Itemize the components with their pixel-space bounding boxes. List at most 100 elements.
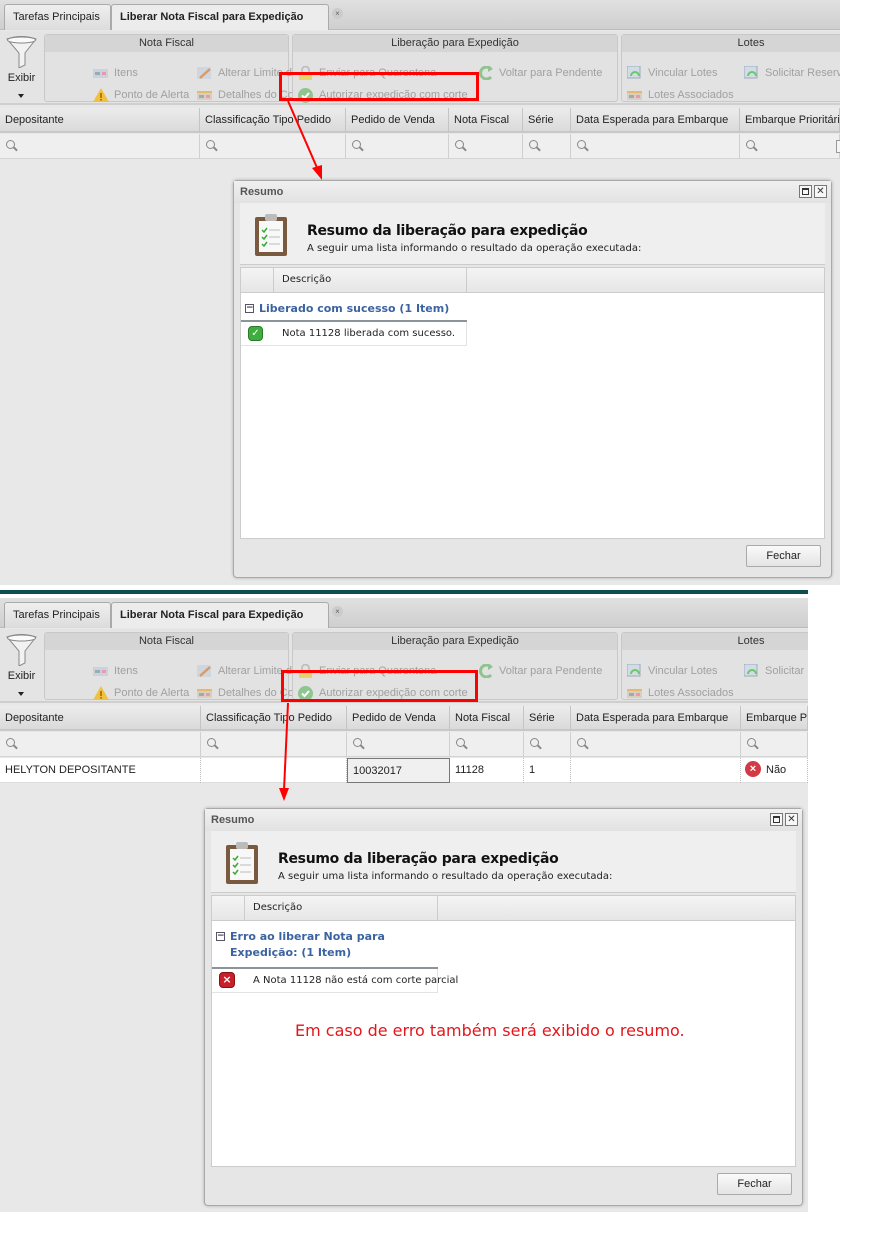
dialog-heading: Resumo da liberação para expedição <box>278 851 559 867</box>
column-header[interactable]: Depositante <box>0 108 200 133</box>
table-cell: 10032017 <box>347 758 450 783</box>
tab-close-icon[interactable]: × <box>332 606 343 617</box>
filter-cell[interactable] <box>741 732 808 757</box>
maximize-icon[interactable] <box>799 185 812 198</box>
group-title: Nota Fiscal <box>45 35 288 52</box>
column-header[interactable]: Classificação Tipo Pedido <box>200 108 346 133</box>
search-icon <box>352 140 361 149</box>
fechar-button[interactable]: Fechar <box>746 545 821 567</box>
filter-cell[interactable] <box>450 732 524 757</box>
button-label: Itens <box>114 67 138 79</box>
tab-liberar-nota-fiscal[interactable]: Liberar Nota Fiscal para Expedição × <box>111 602 343 628</box>
result-row[interactable]: ✓ Nota 11128 liberada com sucesso. <box>241 322 467 346</box>
filter-cell[interactable] <box>571 134 740 159</box>
edit-limit-icon <box>197 664 212 678</box>
search-icon <box>353 738 362 747</box>
button-label: Voltar para Pendente <box>499 67 603 79</box>
tab-tarefas-principais[interactable]: Tarefas Principais <box>4 602 111 628</box>
filter-cell[interactable] <box>524 732 571 757</box>
exibir-button[interactable]: Exibir <box>3 34 40 102</box>
undo-arrow-icon <box>478 65 493 81</box>
column-header[interactable]: Classificação Tipo Pedido <box>201 706 347 731</box>
dialog-title-bar[interactable]: Resumo <box>234 181 831 203</box>
filter-cell[interactable] <box>571 732 741 757</box>
column-header[interactable]: Nota Fiscal <box>449 108 523 133</box>
search-icon <box>206 140 215 149</box>
toolbar-group-lotes: Lotes Vincular Lotes Solicitar I Lotes Asso… <box>621 632 808 700</box>
column-header[interactable]: Embarque Pri <box>741 706 808 731</box>
highlight-box-autorizar <box>279 72 479 101</box>
dropdown-arrow-icon <box>18 692 24 696</box>
list-icon <box>93 664 108 678</box>
maximize-icon[interactable] <box>770 813 783 826</box>
filter-checkbox[interactable] <box>836 140 840 153</box>
search-icon <box>207 738 216 747</box>
table-row[interactable]: HELYTON DEPOSITANTE 10032017 11128 1 × Não <box>0 758 808 783</box>
filter-row <box>0 134 840 159</box>
exibir-button[interactable]: Exibir <box>3 632 40 700</box>
filter-row <box>0 732 808 757</box>
button-label: Lotes Associados <box>648 687 734 699</box>
filter-cell[interactable] <box>449 134 523 159</box>
result-message: Nota 11128 liberada com sucesso. <box>282 328 456 339</box>
button-label: Ponto de Alerta <box>114 687 190 699</box>
table-cell: 11128 <box>450 758 524 783</box>
filter-cell[interactable] <box>523 134 571 159</box>
column-header[interactable]: Depositante <box>0 706 201 731</box>
search-icon <box>455 140 464 149</box>
column-header[interactable]: Pedido de Venda <box>346 108 449 133</box>
link-lots-icon <box>626 65 642 80</box>
table-cell <box>201 758 347 783</box>
table-cell <box>571 758 741 783</box>
column-header[interactable]: Embarque Prioritário <box>740 108 840 133</box>
search-icon <box>577 738 586 747</box>
tab-liberar-nota-fiscal[interactable]: Liberar Nota Fiscal para Expedição × <box>111 4 343 30</box>
collapse-icon[interactable]: − <box>216 932 225 941</box>
close-icon[interactable]: ✕ <box>785 813 798 826</box>
filter-cell[interactable] <box>0 134 200 159</box>
request-reserve-icon <box>743 65 759 80</box>
close-icon[interactable]: ✕ <box>814 185 827 198</box>
button-label: Vincular Lotes <box>648 665 718 677</box>
column-header-descricao[interactable]: Descrição <box>245 896 438 920</box>
tab-bar: Tarefas Principais Liberar Nota Fiscal pa… <box>0 0 840 30</box>
result-row[interactable]: × A Nota 11128 não está com corte parcial <box>212 969 458 993</box>
filter-cell[interactable] <box>347 732 450 757</box>
column-header[interactable]: Pedido de Venda <box>347 706 450 731</box>
toolbar-group-nota-fiscal: Nota Fiscal Itens Alterar Limite de Corte P… <box>44 34 328 102</box>
table-cell: × Não <box>741 758 808 783</box>
link-lots-icon <box>626 663 642 678</box>
tab-label: Liberar Nota Fiscal para Expedição <box>120 609 304 621</box>
cell-text: 10032017 <box>353 765 402 777</box>
result-grid-header: Descrição <box>241 268 824 293</box>
warning-icon <box>93 686 109 700</box>
filter-cell[interactable] <box>0 732 201 757</box>
filter-cell[interactable] <box>740 134 840 159</box>
tab-close-icon[interactable]: × <box>332 8 343 19</box>
column-header-descricao[interactable]: Descrição <box>274 268 467 292</box>
dropdown-arrow-icon <box>18 94 24 98</box>
grid-header: Depositante Classificação Tipo Pedido Pedi… <box>0 108 840 133</box>
collapse-icon[interactable]: − <box>245 304 254 313</box>
result-group-header[interactable]: − Liberado com sucesso (1 Item) <box>245 301 467 317</box>
column-header[interactable]: Data Esperada para Embarque <box>571 108 740 133</box>
error-x-icon: × <box>745 761 761 777</box>
filter-cell[interactable] <box>346 134 449 159</box>
list-icon <box>93 66 108 80</box>
dialog-title-bar[interactable]: Resumo <box>205 809 802 831</box>
filter-cell[interactable] <box>200 134 346 159</box>
fechar-button[interactable]: Fechar <box>717 1173 792 1195</box>
column-header[interactable]: Série <box>524 706 571 731</box>
dialog-title: Resumo <box>211 814 255 826</box>
tab-label: Liberar Nota Fiscal para Expedição <box>120 11 304 23</box>
column-header[interactable]: Nota Fiscal <box>450 706 524 731</box>
column-header[interactable]: Série <box>523 108 571 133</box>
icon-column-header <box>241 268 274 292</box>
tab-tarefas-principais[interactable]: Tarefas Principais <box>4 4 111 30</box>
search-icon <box>577 140 586 149</box>
search-icon <box>747 738 756 747</box>
button-label: Solicitar Reserv <box>765 67 840 79</box>
filter-cell[interactable] <box>201 732 347 757</box>
column-header[interactable]: Data Esperada para Embarque <box>571 706 741 731</box>
result-group-header[interactable]: − Erro ao liberar Nota para Expedição: (1… <box>216 929 438 961</box>
